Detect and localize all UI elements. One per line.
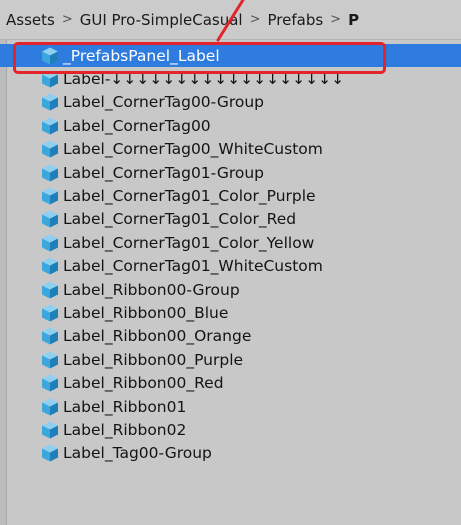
asset-item[interactable]: Label_Ribbon00_Purple bbox=[0, 348, 461, 371]
asset-item-label: Label_CornerTag00 bbox=[63, 116, 211, 135]
prefab-cube-icon bbox=[40, 303, 60, 323]
asset-item[interactable]: Label_Ribbon01 bbox=[0, 395, 461, 418]
prefab-cube-icon bbox=[40, 69, 60, 89]
asset-item[interactable]: Label_Tag00-Group bbox=[0, 442, 461, 465]
prefab-cube-icon bbox=[40, 233, 60, 253]
asset-item-label: Label_CornerTag00-Group bbox=[63, 93, 265, 112]
asset-item-label: Label_Ribbon00-Group bbox=[63, 280, 240, 299]
breadcrumb: Assets > GUI Pro-SimpleCasual > Prefabs … bbox=[0, 0, 461, 40]
asset-item[interactable]: Label_Ribbon00_Blue bbox=[0, 301, 461, 324]
prefab-cube-icon bbox=[40, 116, 60, 136]
asset-list: _PrefabsPanel_Label Label-↓↓↓↓↓↓↓↓↓↓↓↓↓↓↓… bbox=[0, 44, 461, 465]
prefab-cube-icon bbox=[40, 209, 60, 229]
asset-item[interactable]: _PrefabsPanel_Label bbox=[0, 44, 461, 68]
asset-item[interactable]: Label-↓↓↓↓↓↓↓↓↓↓↓↓↓↓↓↓↓↓ bbox=[0, 67, 461, 90]
asset-item-label: Label_Ribbon00_Orange bbox=[63, 327, 252, 346]
asset-item-label: Label_Ribbon00_Red bbox=[63, 374, 224, 393]
asset-item-label: Label_Ribbon00_Purple bbox=[63, 350, 244, 369]
asset-item-label: Label_Tag00-Group bbox=[63, 444, 212, 463]
asset-item-label: Label_CornerTag01_WhiteCustom bbox=[63, 257, 323, 276]
breadcrumb-gui-pro-simplecasual[interactable]: GUI Pro-SimpleCasual bbox=[80, 11, 243, 29]
asset-item-label: Label_CornerTag01_Color_Yellow bbox=[63, 233, 315, 252]
asset-item-label: Label_CornerTag01-Group bbox=[63, 163, 265, 182]
prefab-cube-icon bbox=[40, 280, 60, 300]
breadcrumb-assets[interactable]: Assets bbox=[6, 11, 55, 29]
asset-item-label: Label_Ribbon02 bbox=[63, 420, 187, 439]
prefab-cube-icon bbox=[40, 186, 60, 206]
prefab-cube-icon bbox=[40, 256, 60, 276]
prefab-cube-icon bbox=[40, 326, 60, 346]
prefab-cube-icon bbox=[40, 373, 60, 393]
breadcrumb-prefabs[interactable]: Prefabs bbox=[268, 11, 324, 29]
asset-item-label: _PrefabsPanel_Label bbox=[63, 46, 220, 65]
prefab-cube-icon bbox=[40, 350, 60, 370]
asset-item[interactable]: Label_Ribbon00-Group bbox=[0, 278, 461, 301]
asset-item[interactable]: Label_CornerTag01_Color_Purple bbox=[0, 184, 461, 207]
asset-item-label: Label_CornerTag00_WhiteCustom bbox=[63, 140, 323, 159]
prefab-cube-icon bbox=[40, 139, 60, 159]
prefab-cube-icon bbox=[40, 163, 60, 183]
asset-item-label: Label-↓↓↓↓↓↓↓↓↓↓↓↓↓↓↓↓↓↓ bbox=[63, 70, 345, 89]
project-window: Assets > GUI Pro-SimpleCasual > Prefabs … bbox=[0, 0, 461, 525]
asset-item[interactable]: Label_CornerTag00 bbox=[0, 114, 461, 137]
prefab-cube-icon bbox=[40, 420, 60, 440]
asset-item-label: Label_Ribbon01 bbox=[63, 397, 187, 416]
asset-item[interactable]: Label_CornerTag00_WhiteCustom bbox=[0, 138, 461, 161]
asset-item[interactable]: Label_CornerTag01_Color_Yellow bbox=[0, 231, 461, 254]
asset-item-label: Label_CornerTag01_Color_Red bbox=[63, 210, 297, 229]
prefab-cube-icon bbox=[40, 46, 60, 66]
breadcrumb-separator: > bbox=[61, 12, 73, 27]
prefab-cube-icon bbox=[40, 92, 60, 112]
asset-item-label: Label_Ribbon00_Blue bbox=[63, 303, 229, 322]
asset-item-label: Label_CornerTag01_Color_Purple bbox=[63, 187, 316, 206]
asset-item[interactable]: Label_CornerTag00-Group bbox=[0, 91, 461, 114]
breadcrumb-separator: > bbox=[330, 12, 342, 27]
asset-item[interactable]: Label_CornerTag01-Group bbox=[0, 161, 461, 184]
asset-item[interactable]: Label_CornerTag01_WhiteCustom bbox=[0, 255, 461, 278]
prefab-cube-icon bbox=[40, 443, 60, 463]
prefab-cube-icon bbox=[40, 397, 60, 417]
asset-item[interactable]: Label_Ribbon00_Red bbox=[0, 371, 461, 394]
asset-item[interactable]: Label_Ribbon02 bbox=[0, 418, 461, 441]
breadcrumb-current[interactable]: P bbox=[348, 11, 359, 29]
breadcrumb-separator: > bbox=[249, 12, 261, 27]
asset-item[interactable]: Label_Ribbon00_Orange bbox=[0, 325, 461, 348]
asset-item[interactable]: Label_CornerTag01_Color_Red bbox=[0, 208, 461, 231]
